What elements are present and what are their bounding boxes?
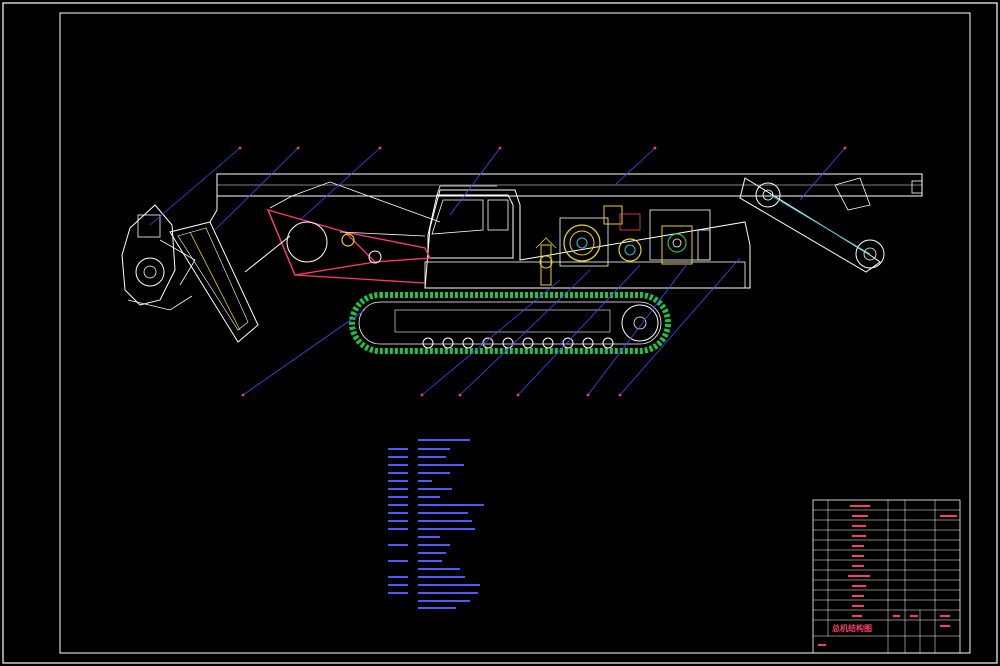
cad-drawing-canvas: 总机结构图 xyxy=(2,2,998,664)
boom-pivot-wheel xyxy=(286,221,328,263)
technical-spec-notes xyxy=(388,439,484,609)
operator-cab xyxy=(427,194,514,259)
crawler-track xyxy=(349,292,671,354)
rear-pulley xyxy=(755,182,781,208)
title-block: 总机结构图 xyxy=(812,499,961,654)
machine-body xyxy=(424,189,751,289)
title-block-name: 总机结构图 xyxy=(832,623,872,633)
machine-drawing xyxy=(121,146,923,397)
outer-border xyxy=(2,2,998,664)
gear-reducer xyxy=(563,224,601,262)
rear-tail-arm xyxy=(739,177,881,273)
boom-linkage xyxy=(266,209,432,276)
drawing-frame xyxy=(59,12,971,654)
cutting-head xyxy=(121,204,259,343)
